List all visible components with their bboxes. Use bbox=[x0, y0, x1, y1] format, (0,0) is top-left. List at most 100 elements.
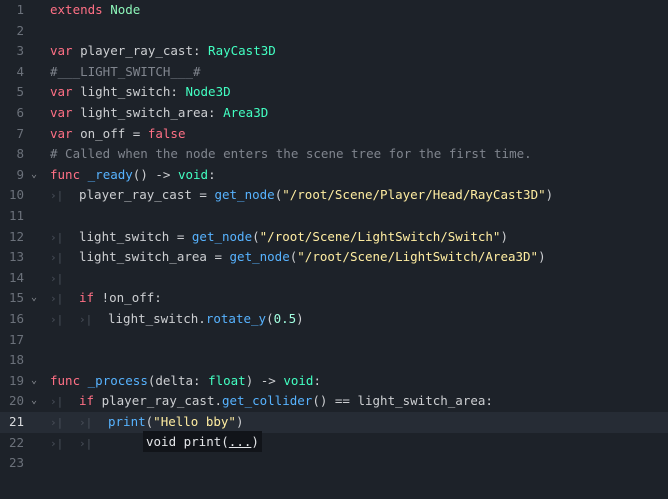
line-code: ›| bbox=[50, 268, 79, 290]
code-line[interactable]: 14 ›| bbox=[0, 268, 668, 289]
code-token: if bbox=[79, 290, 95, 306]
code-line[interactable]: 13 ›| light_switch_area = get_node("/root/… bbox=[0, 247, 668, 268]
line-code: # Called when the node enters the scene … bbox=[50, 144, 532, 165]
code-line[interactable]: 16 ›| ›| light_switch.rotate_y(0.5) bbox=[0, 309, 668, 330]
code-token: Node bbox=[110, 2, 141, 17]
code-token: RayCast3D bbox=[208, 43, 276, 59]
code-line[interactable]: 21 ›| ›| print("Hello bby") bbox=[0, 412, 668, 433]
tab-indent-icon: ›| bbox=[50, 271, 64, 285]
line-code: var light_switch_area: Area3D bbox=[50, 103, 268, 124]
code-token: ( bbox=[266, 311, 274, 326]
code-token: get_node bbox=[229, 249, 290, 265]
code-token: () -> bbox=[132, 166, 178, 182]
code-line[interactable]: 18 bbox=[0, 350, 668, 371]
line-number: 1 bbox=[16, 2, 24, 17]
code-token: ) -> bbox=[245, 372, 284, 388]
line-number: 20 bbox=[8, 393, 24, 409]
line-code: var light_switch: Node3D bbox=[50, 82, 231, 103]
code-line[interactable]: 23 bbox=[0, 453, 668, 474]
line-number: 9 bbox=[16, 166, 24, 182]
code-line[interactable]: 22 ›| ›| bbox=[0, 433, 668, 454]
code-line[interactable]: 10 ›| player_ray_cast = get_node("/root/Sc… bbox=[0, 185, 668, 206]
line-number: 5 bbox=[16, 84, 24, 100]
code-token: false bbox=[147, 125, 186, 141]
call-hint-tooltip: void print(...) bbox=[143, 431, 262, 452]
tab-indent-icon: ›| bbox=[50, 230, 64, 244]
code-line[interactable]: 15 ⌄ ›| if !on_off: bbox=[0, 288, 668, 309]
code-token: extends bbox=[50, 2, 103, 17]
line-code: ›| light_switch_area = get_node("/root/Sc… bbox=[50, 247, 546, 269]
tab-indent-icon: ›| bbox=[50, 189, 64, 203]
code-token: get_node bbox=[191, 228, 253, 244]
line-number: 22 bbox=[8, 434, 24, 450]
line-code: ›| light_switch = get_node("/root/Scene/L… bbox=[50, 227, 508, 249]
code-token: # Called when the node enters the scene … bbox=[50, 146, 532, 162]
code-line[interactable]: 20 ⌄ ›| if player_ray_cast.get_collider() =… bbox=[0, 391, 668, 412]
code-token: player_ray_cast = bbox=[79, 187, 215, 203]
tab-indent-icon: ›| bbox=[50, 292, 64, 306]
code-token: func bbox=[50, 372, 81, 388]
code-token: void bbox=[177, 166, 209, 182]
code-line[interactable]: 5 var light_switch: Node3D bbox=[0, 82, 668, 103]
code-token: ) bbox=[235, 414, 244, 429]
code-token: if bbox=[79, 393, 95, 409]
code-token: player_ray_cast. bbox=[94, 393, 222, 409]
code-line[interactable]: 17 bbox=[0, 330, 668, 351]
code-token: get_collider bbox=[222, 393, 313, 409]
code-token: light_switch: bbox=[72, 84, 186, 100]
line-code: #___LIGHT_SWITCH___# bbox=[50, 62, 201, 83]
tab-indent-icon: ›| bbox=[79, 436, 93, 450]
tab-indent-icon: ›| bbox=[79, 416, 93, 429]
code-line[interactable]: 4 #___LIGHT_SWITCH___# bbox=[0, 62, 668, 83]
tab-indent-icon: ›| bbox=[50, 251, 64, 265]
line-number: 11 bbox=[8, 208, 24, 223]
fold-chevron-icon[interactable]: ⌄ bbox=[28, 288, 40, 309]
hint-signature-suffix: ) bbox=[251, 434, 259, 449]
fold-chevron-icon[interactable]: ⌄ bbox=[28, 391, 40, 412]
code-token: rotate_y bbox=[205, 311, 267, 326]
code-line[interactable]: 1 extends Node bbox=[0, 0, 668, 21]
code-token: Node3D bbox=[185, 84, 231, 100]
hint-argument: ... bbox=[228, 434, 252, 449]
code-token: var bbox=[50, 125, 73, 141]
code-token: player_ray_cast: bbox=[72, 43, 209, 59]
code-token: ( bbox=[252, 228, 260, 244]
code-line[interactable]: 12 ›| light_switch = get_node("/root/Scene… bbox=[0, 227, 668, 248]
code-token: : bbox=[208, 166, 216, 182]
code-token: 0.5 bbox=[273, 311, 297, 326]
code-line[interactable]: 7 var on_off = false bbox=[0, 124, 668, 145]
code-line[interactable]: 8 # Called when the node enters the scene… bbox=[0, 144, 668, 165]
script-editor[interactable]: 1 extends Node 2 3 var player_ray_cast: RayC… bbox=[0, 0, 668, 499]
code-line[interactable]: 19 ⌄ func _process(delta: float) -> void: bbox=[0, 371, 668, 392]
code-token: ) bbox=[500, 228, 508, 244]
code-token: "/root/Scene/LightSwitch/Switch" bbox=[259, 228, 501, 244]
code-token: on_off = bbox=[72, 125, 148, 141]
line-code: func _ready() -> void: bbox=[50, 165, 216, 186]
fold-chevron-icon[interactable]: ⌄ bbox=[28, 371, 40, 392]
line-number: 17 bbox=[8, 331, 24, 347]
line-code: ›| if player_ray_cast.get_collider() == l… bbox=[50, 391, 493, 413]
fold-chevron-icon[interactable]: ⌄ bbox=[28, 165, 40, 186]
line-number: 4 bbox=[16, 63, 24, 79]
code-line[interactable]: 9 ⌄ func _ready() -> void: bbox=[0, 165, 668, 186]
line-number: 13 bbox=[8, 249, 24, 265]
code-token: (delta: bbox=[147, 372, 209, 388]
code-token: light_switch = bbox=[79, 228, 192, 244]
line-code: ›| player_ray_cast = get_node("/root/Scen… bbox=[50, 185, 553, 207]
line-number: 8 bbox=[16, 146, 24, 162]
line-code: var on_off = false bbox=[50, 124, 185, 145]
code-token: var bbox=[50, 43, 73, 59]
code-token: light_switch_area = bbox=[79, 249, 230, 265]
code-line[interactable]: 2 bbox=[0, 21, 668, 42]
code-line[interactable]: 6 var light_switch_area: Area3D bbox=[0, 103, 668, 124]
code-line[interactable]: 11 bbox=[0, 206, 668, 227]
code-line[interactable]: 3 var player_ray_cast: RayCast3D bbox=[0, 41, 668, 62]
code-token: _process bbox=[87, 372, 148, 388]
line-number: 7 bbox=[16, 125, 24, 141]
line-number: 6 bbox=[16, 105, 24, 120]
line-code: var player_ray_cast: RayCast3D bbox=[50, 41, 276, 62]
code-token: #___LIGHT_SWITCH___# bbox=[50, 63, 201, 79]
line-number: 21 bbox=[8, 414, 24, 429]
